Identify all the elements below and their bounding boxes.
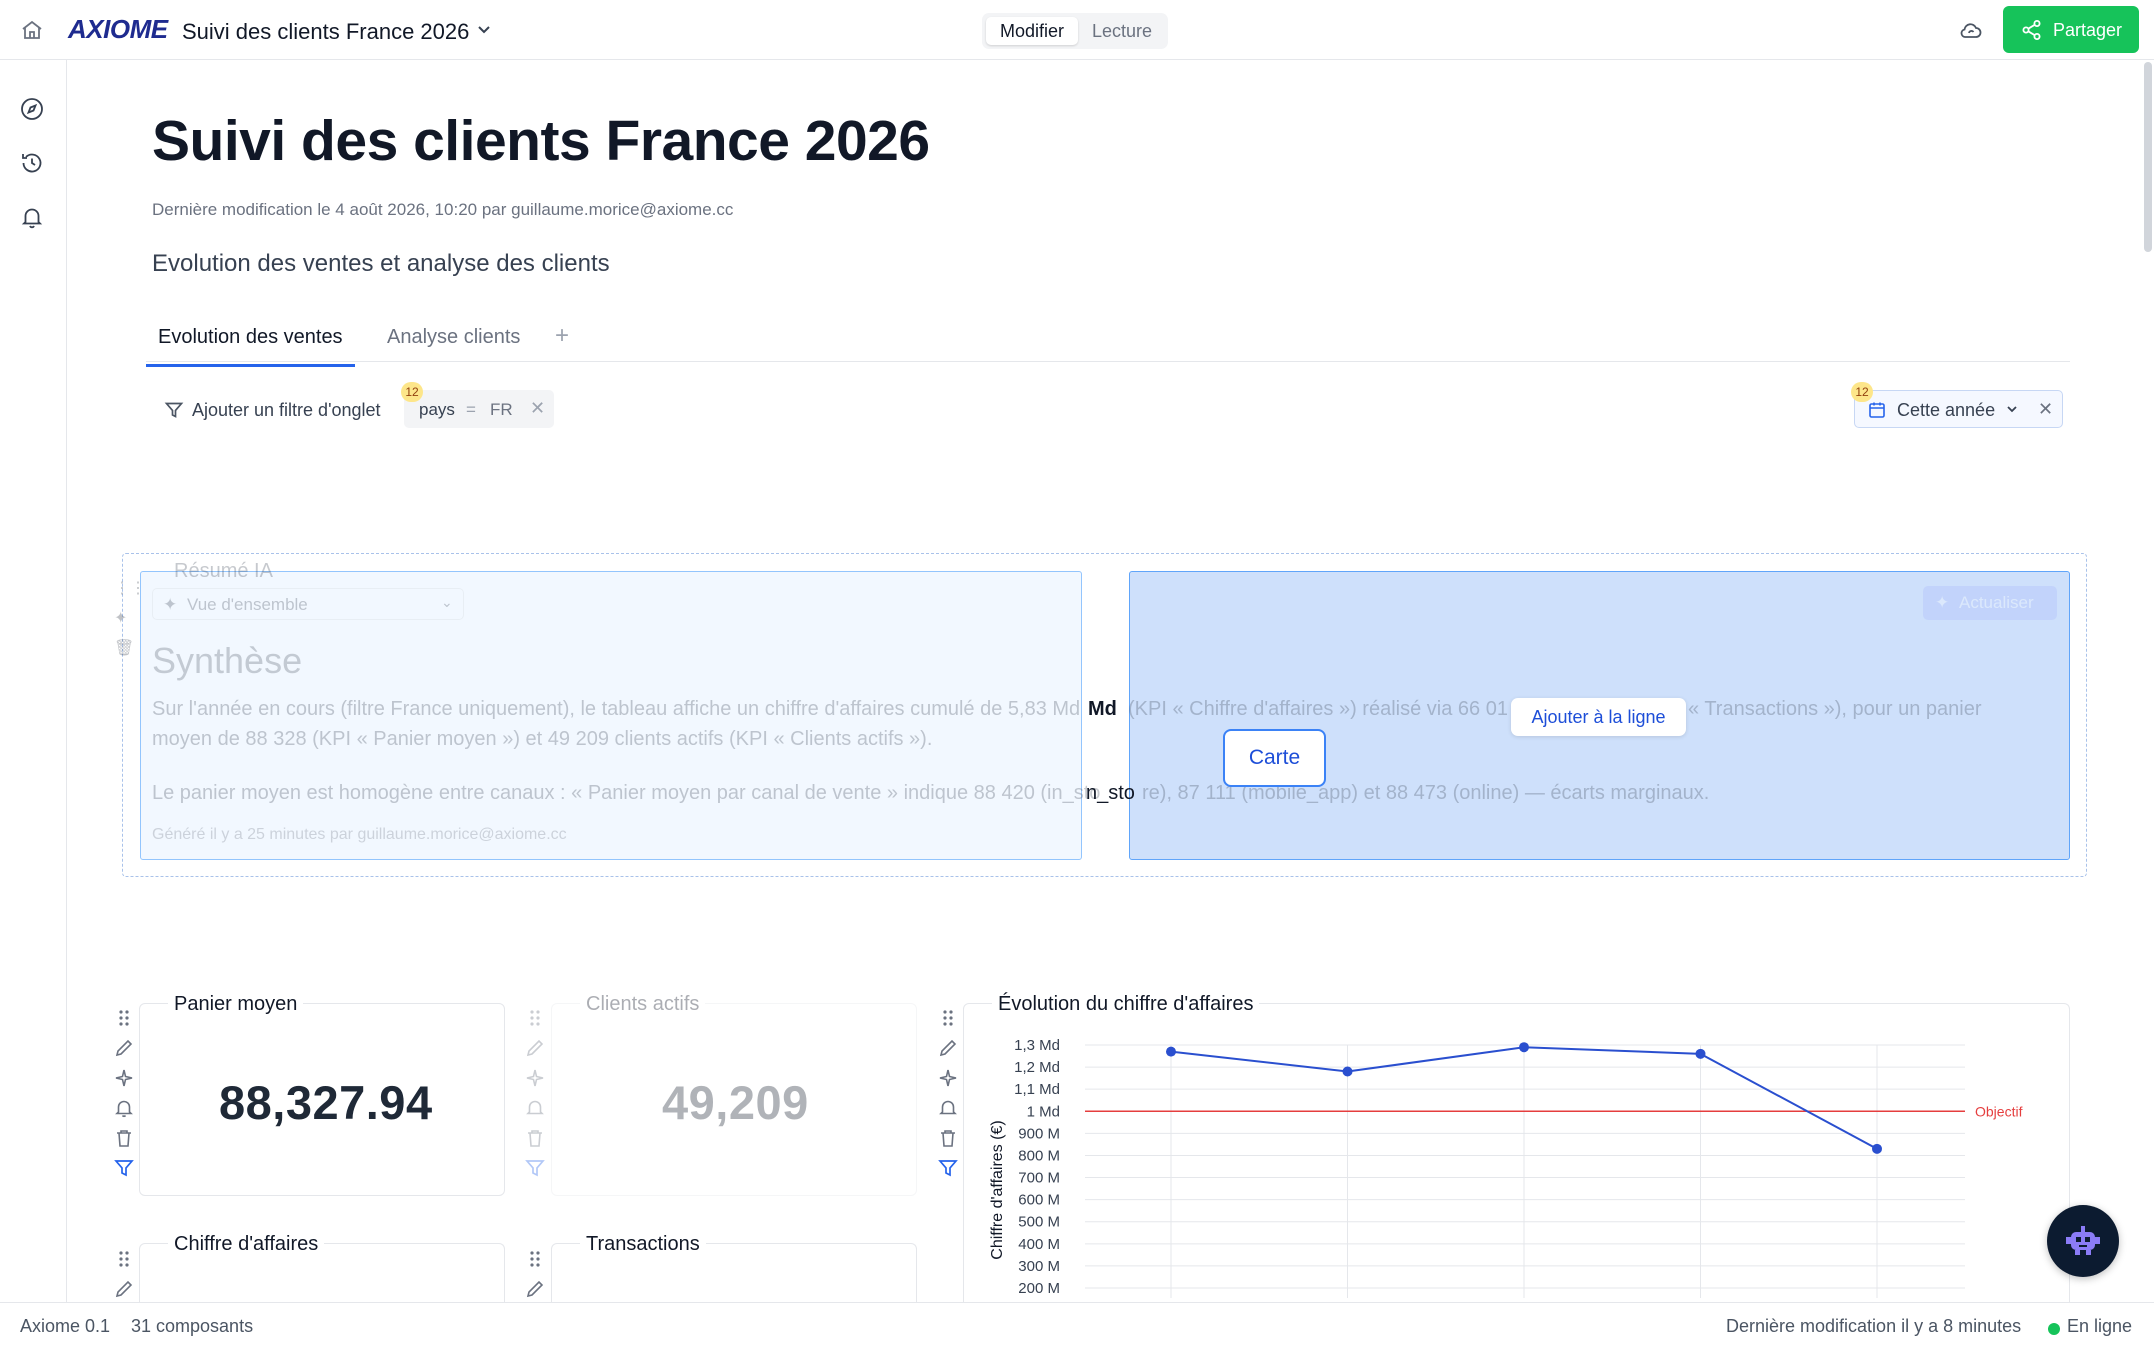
kpi-title-chiffre-affaires: Chiffre d'affaires	[168, 1233, 325, 1256]
bell-icon[interactable]	[524, 1097, 546, 1119]
sparkle-icon[interactable]	[524, 1067, 546, 1089]
sparkle-icon[interactable]: ✦	[114, 608, 136, 630]
trash-icon[interactable]: 🗑	[114, 638, 136, 660]
summary-para2-a: Le panier moyen est homogène entre canau…	[152, 782, 1101, 804]
data-point	[1872, 1143, 1882, 1154]
revenue-line-chart: 1,3 Md 1,2 Md 1,1 Md 1 Md 900 M 800 M 700 M 600…	[989, 1037, 2023, 1298]
pencil-icon[interactable]	[937, 1037, 959, 1059]
kpi-title-clients-actifs: Clients actifs	[580, 993, 706, 1016]
data-point	[1519, 1042, 1529, 1053]
bell-icon[interactable]	[113, 1097, 135, 1119]
y-tick-label: 900 M	[1018, 1125, 1060, 1142]
y-tick-label: 700 M	[1018, 1170, 1060, 1187]
filter-icon[interactable]	[524, 1157, 546, 1179]
data-point	[1342, 1066, 1353, 1077]
robot-icon	[2066, 1226, 2100, 1255]
y-tick-label: 1,1 Md	[1014, 1081, 1060, 1098]
chart-title: Évolution du chiffre d'affaires	[992, 993, 1260, 1016]
sparkle-icon[interactable]	[937, 1067, 959, 1089]
chevron-down-icon: ⌄	[441, 594, 453, 610]
sparkle-icon: ✦	[1935, 593, 1950, 612]
status-last-modified: Dernière modification il y a 8 minutes	[1726, 1316, 2022, 1336]
summary-generated: Généré il y a 25 minutes par guillaume.m…	[152, 826, 567, 843]
target-label: Objectif	[1975, 1103, 2023, 1119]
y-tick-label: 1,2 Md	[1014, 1059, 1060, 1076]
y-tick-label: 200 M	[1018, 1280, 1060, 1297]
ai-summary-title: Résumé IA	[174, 560, 273, 582]
drag-handle-icon[interactable]	[937, 1007, 959, 1029]
filter-icon[interactable]	[937, 1157, 959, 1179]
online-dot	[2048, 1323, 2060, 1335]
bell-icon[interactable]	[937, 1097, 959, 1119]
summary-para1-b: (KPI « Chiffre d'affaires ») réalisé via…	[1128, 698, 1508, 720]
assistant-button[interactable]	[2047, 1205, 2119, 1277]
filter-icon[interactable]	[113, 1157, 135, 1179]
y-tick-label: 400 M	[1018, 1236, 1060, 1253]
pencil-icon[interactable]	[524, 1037, 546, 1059]
drag-handle-icon[interactable]	[113, 1007, 135, 1029]
drag-handle-icon[interactable]	[524, 1248, 546, 1270]
y-tick-label: 1 Md	[1027, 1103, 1060, 1120]
y-tick-label: 800 M	[1018, 1147, 1060, 1164]
drag-handle-icon[interactable]: ⋮⋮	[114, 578, 146, 600]
y-tick-label: 1,3 Md	[1014, 1037, 1060, 1054]
summary-heading: Synthèse	[152, 640, 303, 681]
add-to-line-button[interactable]: Ajouter à la ligne	[1511, 698, 1686, 736]
data-point	[1166, 1046, 1176, 1057]
chart-target-line: Objectif	[1085, 1103, 2023, 1119]
summary-para1-line2: moyen de 88 328 (KPI « Panier moyen ») e…	[152, 728, 933, 750]
y-tick-label: 500 M	[1018, 1214, 1060, 1231]
kpi-title-panier-moyen: Panier moyen	[168, 993, 304, 1016]
chart-grid	[1085, 1044, 1965, 1298]
strip-text-instore: n_sto	[1086, 782, 1135, 804]
pencil-icon[interactable]	[113, 1278, 135, 1300]
card-drop-button[interactable]: Carte	[1223, 729, 1326, 787]
kpi-title-transactions: Transactions	[580, 1233, 706, 1256]
kpi-value-panier-moyen: 88,327.94	[219, 1076, 433, 1129]
drag-handle-icon[interactable]	[113, 1248, 135, 1270]
sparkle-icon: ✦	[163, 595, 178, 614]
summary-para1-c: « Transactions »), pour un panier	[1688, 698, 1982, 720]
trash-icon[interactable]	[524, 1127, 546, 1149]
summary-para1-a: Sur l'année en cours (filtre France uniq…	[152, 698, 1081, 720]
y-axis-label: Chiffre d'affaires (€)	[989, 1120, 1006, 1259]
trash-icon[interactable]	[113, 1127, 135, 1149]
view-select[interactable]: ✦ Vue d'ensemble ⌄	[152, 588, 464, 620]
sparkle-icon[interactable]	[113, 1067, 135, 1089]
strip-text-md: Md	[1088, 698, 1117, 720]
pencil-icon[interactable]	[113, 1037, 135, 1059]
y-tick-label: 600 M	[1018, 1192, 1060, 1209]
component-count: 31 composants	[131, 1316, 254, 1336]
data-point	[1695, 1048, 1706, 1059]
drag-handle-icon[interactable]	[524, 1007, 546, 1029]
trash-icon[interactable]	[937, 1127, 959, 1149]
y-tick-label: 300 M	[1018, 1258, 1060, 1275]
pencil-icon[interactable]	[524, 1278, 546, 1300]
app-version: Axiome 0.1	[20, 1316, 111, 1336]
online-status: En ligne	[2067, 1316, 2133, 1336]
status-bar: Axiome 0.1 31 composants Dernière modifi…	[0, 1302, 2154, 1347]
kpi-value-clients-actifs: 49,209	[662, 1076, 809, 1129]
refresh-button[interactable]: ✦ Actualiser	[1923, 586, 2057, 620]
chart-y-ticks: 1,3 Md 1,2 Md 1,1 Md 1 Md 900 M 800 M 700 M 600…	[989, 1037, 1060, 1297]
view-select-label: Vue d'ensemble	[187, 595, 308, 614]
refresh-label: Actualiser	[1959, 593, 2034, 612]
